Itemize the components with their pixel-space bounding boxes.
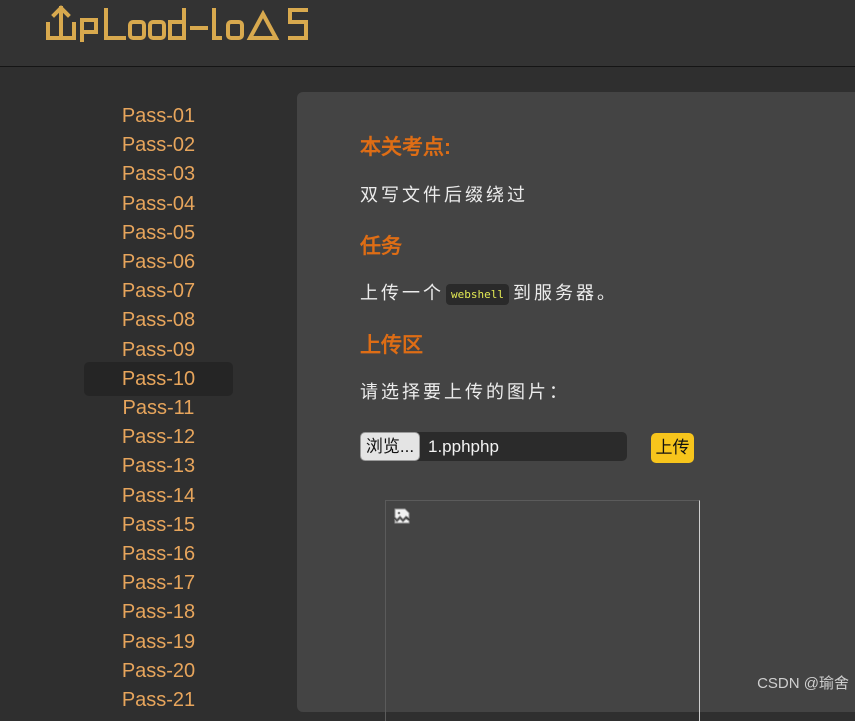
upload-button[interactable]: 上传 (651, 433, 694, 463)
sidebar-nav: Pass-01 Pass-02 Pass-03 Pass-04 Pass-05 Pass-… (0, 67, 297, 711)
file-input[interactable]: 浏览... 1.pphphp (360, 432, 627, 461)
sidebar-item-pass-21[interactable]: Pass-21 (84, 683, 233, 717)
selected-file-name: 1.pphphp (428, 437, 499, 456)
test-point-text: 双写文件后缀绕过 (360, 185, 528, 205)
site-logo[interactable] (46, 2, 330, 42)
browse-button[interactable]: 浏览... (360, 432, 420, 461)
test-point-title: 本关考点: (360, 136, 451, 159)
header-bar (0, 0, 855, 67)
broken-image-icon (394, 508, 410, 524)
upload-area-title: 上传区 (360, 334, 423, 357)
task-text-before: 上传一个 (360, 283, 444, 303)
task-text-after: 到服务器。 (512, 283, 618, 303)
image-preview (385, 500, 700, 721)
watermark: CSDN @瑜舍 (757, 675, 849, 692)
task-text: 上传一个 webshell 到服务器。 (360, 279, 618, 305)
task-title: 任务 (360, 235, 402, 258)
upload-prompt: 请选择要上传的图片： (360, 382, 570, 402)
webshell-code: webshell (446, 283, 509, 305)
main-panel: 本关考点: 双写文件后缀绕过 任务 上传一个 webshell 到服务器。 上传区 … (297, 92, 855, 721)
